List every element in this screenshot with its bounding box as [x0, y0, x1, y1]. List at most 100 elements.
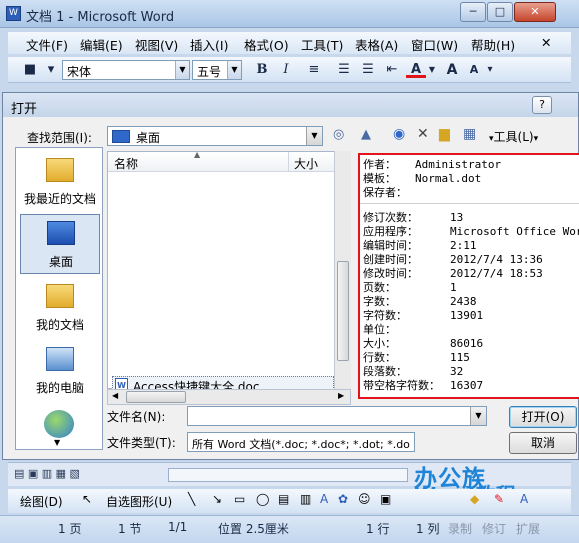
menu-view[interactable]: 视图(V) — [135, 35, 178, 54]
font-size-select[interactable]: 五号 ▼ — [192, 60, 242, 80]
new-folder-icon[interactable]: ▆ — [439, 126, 450, 142]
close-button[interactable]: ✕ — [514, 2, 556, 22]
align-center-icon[interactable]: ≡ — [304, 60, 324, 80]
place-my-computer[interactable]: 我的电脑 — [20, 341, 100, 401]
select-objects-icon[interactable]: ↖ — [82, 492, 92, 506]
chevron-left-icon[interactable]: ◀ — [112, 391, 118, 400]
search-web-icon[interactable]: ◉ — [393, 126, 405, 142]
lookin-select[interactable]: 桌面 ▼ — [107, 126, 323, 146]
views-icon[interactable]: ▦ — [463, 126, 476, 142]
status-extend[interactable]: 扩展 — [516, 520, 540, 537]
tools-menu[interactable]: ▾工具(L)▾ — [489, 128, 538, 145]
property-label: 保存者： — [363, 186, 407, 199]
wordart-icon[interactable]: A — [320, 492, 328, 506]
chevron-down-icon[interactable]: ▼ — [227, 61, 241, 79]
status-track[interactable]: 修订 — [482, 520, 506, 537]
font-color-icon[interactable]: A — [520, 492, 528, 506]
arrow-icon[interactable]: ↘ — [212, 492, 222, 506]
window-title-bar: W 文档 1 - Microsoft Word ─ □ ✕ — [0, 0, 579, 28]
scroll-thumb[interactable] — [126, 391, 186, 403]
column-divider — [288, 152, 289, 172]
status-column: 1 列 — [416, 522, 440, 536]
font-color-button[interactable]: A — [406, 60, 426, 78]
place-desktop[interactable]: 桌面 — [20, 214, 100, 274]
menu-bar: 文件(F) 编辑(E) 视图(V) 插入(I) 格式(O) 工具(T) 表格(A… — [8, 32, 571, 54]
font-name-select[interactable]: 宋体 ▼ — [62, 60, 190, 80]
up-folder-icon[interactable]: ▲ — [361, 127, 371, 142]
sort-arrow-icon: ▲ — [194, 150, 201, 159]
status-record[interactable]: 录制 — [448, 520, 472, 537]
vertical-textbox-icon[interactable]: ▥ — [300, 492, 311, 506]
file-list-scrollbar[interactable] — [334, 151, 351, 389]
menu-insert[interactable]: 插入(I) — [190, 35, 228, 54]
place-my-documents[interactable]: 我的文档 — [20, 278, 100, 338]
shrink-font-button[interactable]: A — [464, 60, 484, 80]
place-recent[interactable]: 我最近的文档 — [20, 152, 100, 212]
network-places-icon[interactable] — [44, 410, 74, 438]
property-value: 2:11 — [450, 239, 477, 252]
chevron-down-icon[interactable]: ▼ — [426, 60, 438, 80]
save-icon[interactable]: ■ — [20, 60, 40, 80]
menu-file[interactable]: 文件(F) — [26, 35, 68, 54]
bulleted-list-icon[interactable]: ☰ — [358, 60, 378, 80]
column-name[interactable]: 名称 — [114, 155, 138, 172]
drawing-toolbar: 绘图(D) ↖ 自选图形(U) ╲ ↘ ▭ ◯ ▤ ▥ A ✿ ☺ ▣ ◆ ✎ … — [8, 489, 571, 513]
chevron-down-icon[interactable]: ▼ — [470, 407, 486, 425]
oval-icon[interactable]: ◯ — [256, 492, 269, 506]
properties-preview: 作者： Administrator 模板： Normal.dot 保存者： 修订次数： 13… — [358, 153, 579, 399]
draw-menu[interactable]: 绘图(D) — [20, 493, 63, 510]
desktop-icon — [47, 221, 75, 245]
cancel-button[interactable]: 取消 — [509, 432, 577, 454]
font-size-value: 五号 — [197, 65, 222, 79]
document-close-button[interactable]: ✕ — [541, 35, 551, 50]
scroll-thumb[interactable] — [337, 261, 349, 361]
menu-tools[interactable]: 工具(T) — [301, 35, 343, 54]
bold-button[interactable]: B — [252, 60, 272, 80]
property-value: 2012/7/4 18:53 — [450, 267, 543, 280]
file-list-header: 名称 ▲ 大小 — [108, 150, 350, 172]
font-name-value: 宋体 — [67, 65, 92, 79]
menu-edit[interactable]: 编辑(E) — [80, 35, 123, 54]
window-title: 文档 1 - Microsoft Word — [26, 10, 175, 25]
line-icon[interactable]: ╲ — [188, 492, 195, 506]
chevron-down-icon[interactable]: ▼ — [175, 61, 189, 79]
desktop-icon — [112, 130, 130, 143]
view-buttons[interactable]: ▤ ▣ ▥ ▦ ▧ — [14, 467, 80, 480]
menu-help[interactable]: 帮助(H) — [471, 35, 515, 54]
toolbar-options-icon[interactable]: ▾ — [44, 60, 58, 80]
diagram-icon[interactable]: ✿ — [338, 492, 348, 506]
lookin-value: 桌面 — [136, 131, 161, 145]
toolbar-options-icon[interactable]: ▾ — [484, 60, 496, 80]
decrease-indent-icon[interactable]: ⇤ — [382, 60, 402, 80]
filename-input[interactable]: ▼ — [187, 406, 487, 426]
menu-table[interactable]: 表格(A) — [355, 35, 398, 54]
horizontal-scrollbar[interactable] — [168, 468, 408, 482]
grow-font-button[interactable]: A — [442, 60, 462, 80]
status-bar: 1 页 1 节 1/1 位置 2.5厘米 1 行 1 列 录制 修订 扩展 — [0, 515, 579, 543]
fill-color-icon[interactable]: ◆ — [470, 492, 479, 506]
help-button[interactable]: ? — [532, 96, 552, 114]
chevron-down-icon[interactable]: ▼ — [54, 438, 60, 447]
maximize-button[interactable]: □ — [487, 2, 513, 22]
menu-window[interactable]: 窗口(W) — [411, 35, 458, 54]
numbered-list-icon[interactable]: ☰ — [334, 60, 354, 80]
file-list-hscrollbar[interactable]: ◀ ▶ — [107, 389, 351, 405]
clipart-icon[interactable]: ☺ — [358, 492, 371, 506]
autoshapes-menu[interactable]: 自选图形(U) — [106, 493, 172, 510]
italic-button[interactable]: I — [276, 60, 296, 80]
chevron-down-icon[interactable]: ▼ — [306, 127, 322, 145]
textbox-icon[interactable]: ▤ — [278, 492, 289, 506]
rectangle-icon[interactable]: ▭ — [234, 492, 245, 506]
menu-format[interactable]: 格式(O) — [244, 35, 289, 54]
picture-icon[interactable]: ▣ — [380, 492, 391, 506]
filetype-label: 文件类型(T): — [107, 436, 176, 450]
property-value: 13901 — [450, 309, 484, 322]
delete-icon[interactable]: ✕ — [417, 126, 429, 142]
filetype-select[interactable]: 所有 Word 文档(*.doc; *.doc*; *.dot; *.do — [187, 432, 415, 452]
line-color-icon[interactable]: ✎ — [494, 492, 504, 506]
open-button[interactable]: 打开(O) — [509, 406, 577, 428]
chevron-right-icon[interactable]: ▶ — [338, 391, 344, 400]
column-size[interactable]: 大小 — [294, 155, 318, 172]
minimize-button[interactable]: ─ — [460, 2, 486, 22]
back-icon[interactable]: ◎ — [333, 127, 344, 142]
